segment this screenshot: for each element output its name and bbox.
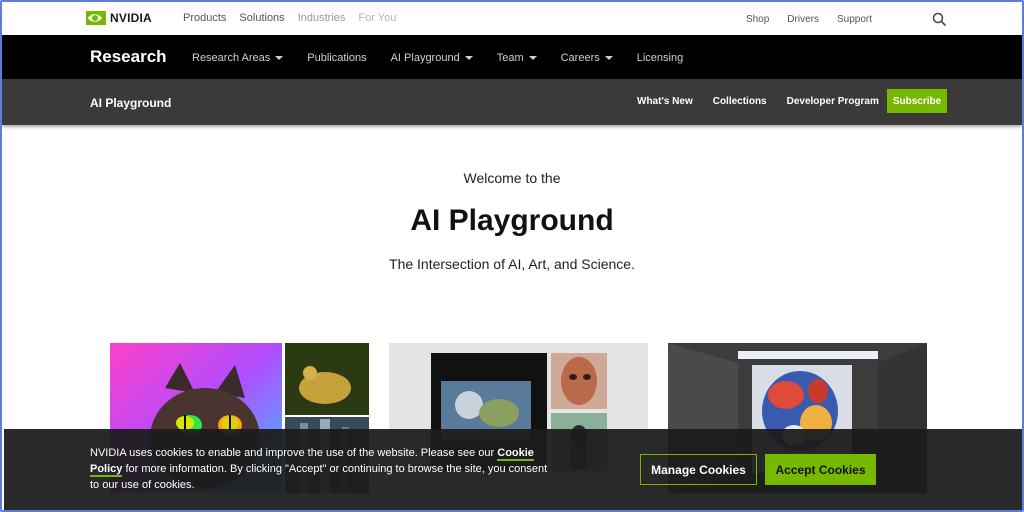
right-nav: Shop Drivers Support: [746, 14, 872, 25]
nav-label: Publications: [307, 52, 367, 64]
chevron-down-icon: [604, 56, 613, 60]
hero-subtitle: The Intersection of AI, Art, and Science…: [389, 256, 635, 272]
research-nav-research-areas[interactable]: Research Areas: [192, 52, 284, 64]
search-icon[interactable]: [932, 12, 946, 26]
accept-cookies-button[interactable]: Accept Cookies: [765, 454, 876, 485]
page-title: AI Playground: [410, 204, 614, 237]
sub-bar-title[interactable]: AI Playground: [90, 96, 171, 110]
nav-label: Team: [496, 52, 524, 64]
nav-label: Licensing: [636, 52, 684, 64]
nav-label: Careers: [560, 52, 600, 64]
nvidia-logo[interactable]: NVIDIA: [86, 11, 152, 25]
hero-welcome: Welcome to the: [463, 170, 561, 186]
ai-playground-sub-bar: AI Playground What's New Collections Dev…: [2, 79, 1022, 125]
nvidia-eye-icon: [86, 11, 106, 25]
chevron-down-icon: [464, 56, 473, 60]
cookie-text: NVIDIA uses cookies to enable and improv…: [90, 445, 550, 493]
research-nav-bar: Research Research Areas Publications AI …: [2, 35, 1022, 79]
top-utility-bar: NVIDIA Products Solutions Industries For…: [2, 2, 1022, 35]
research-nav-publications[interactable]: Publications: [307, 52, 366, 64]
top-nav-industries[interactable]: Industries: [298, 12, 346, 24]
sub-nav-developer-program[interactable]: Developer Program: [787, 96, 879, 107]
cookie-text-before: NVIDIA uses cookies to enable and improv…: [90, 447, 498, 459]
sub-nav: What's New Collections Developer Program: [637, 96, 879, 107]
cookie-text-after: for more information. By clicking "Accep…: [90, 463, 548, 491]
nav-label: Research Areas: [192, 52, 271, 64]
research-title[interactable]: Research: [90, 47, 167, 67]
research-nav: Research Areas Publications AI Playgroun…: [192, 52, 683, 64]
research-nav-licensing[interactable]: Licensing: [637, 52, 683, 64]
manage-cookies-button[interactable]: Manage Cookies: [640, 454, 757, 485]
right-nav-support[interactable]: Support: [837, 14, 872, 25]
right-nav-shop[interactable]: Shop: [746, 14, 769, 25]
sub-nav-whats-new[interactable]: What's New: [637, 96, 693, 107]
logo-text: NVIDIA: [110, 11, 152, 25]
cookie-banner: NVIDIA uses cookies to enable and improv…: [4, 429, 1022, 510]
top-nav-products[interactable]: Products: [183, 12, 226, 24]
research-nav-careers[interactable]: Careers: [561, 52, 613, 64]
browser-frame: NVIDIA Products Solutions Industries For…: [0, 0, 1024, 512]
subscribe-button[interactable]: Subscribe: [887, 89, 947, 113]
top-nav-for-you[interactable]: For You: [358, 12, 396, 24]
chevron-down-icon: [528, 56, 537, 60]
research-nav-ai-playground[interactable]: AI Playground: [391, 52, 473, 64]
sub-nav-collections[interactable]: Collections: [713, 96, 767, 107]
research-nav-team[interactable]: Team: [497, 52, 537, 64]
top-nav: Products Solutions Industries For You: [183, 12, 396, 24]
chevron-down-icon: [275, 56, 284, 60]
right-nav-drivers[interactable]: Drivers: [787, 14, 819, 25]
nav-label: AI Playground: [390, 52, 460, 64]
top-nav-solutions[interactable]: Solutions: [239, 12, 284, 24]
